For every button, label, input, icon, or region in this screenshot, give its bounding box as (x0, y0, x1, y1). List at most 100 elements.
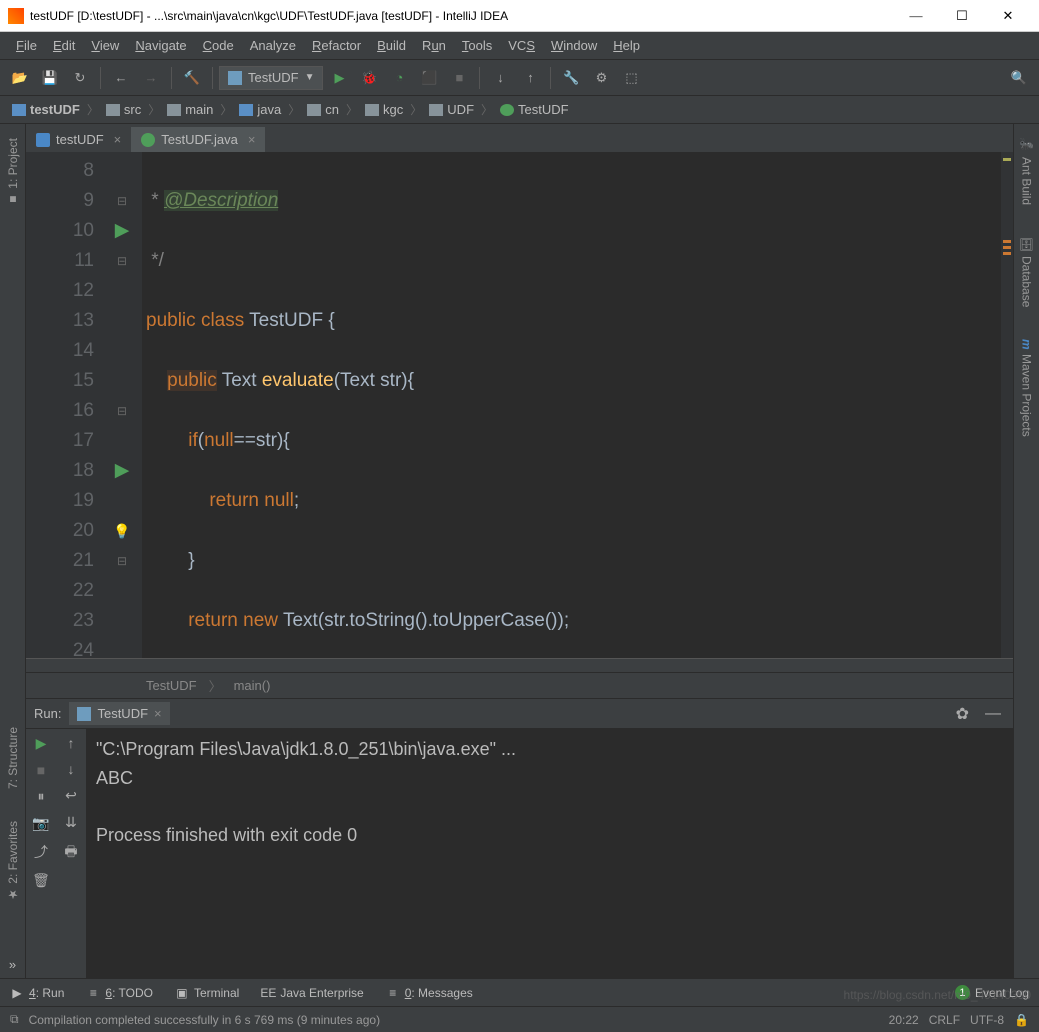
menu-run[interactable]: Run (414, 34, 454, 57)
run-tab[interactable]: TestUDF × (69, 702, 169, 725)
tool-run[interactable]: ▶4: Run (10, 986, 64, 1000)
horizontal-scrollbar[interactable] (26, 658, 1013, 672)
menu-vcs[interactable]: VCS (500, 34, 543, 57)
run-config-combo[interactable]: TestUDF ▼ (219, 66, 323, 90)
stop-icon[interactable]: ■ (445, 64, 473, 92)
bulb-icon[interactable]: 💡 (102, 516, 142, 546)
console-output[interactable]: "C:\Program Files\Java\jdk1.8.0_251\bin\… (86, 729, 1013, 978)
menu-edit[interactable]: Edit (45, 34, 83, 57)
dump-icon[interactable]: 📷 (32, 815, 49, 832)
run-gutter-icon[interactable]: ▶ (102, 456, 142, 486)
bc-class[interactable]: TestUDF (494, 100, 575, 119)
sync-icon[interactable]: ↻ (66, 64, 94, 92)
search-icon[interactable]: 🔍 (1005, 64, 1033, 92)
bc-udf[interactable]: UDF (423, 100, 480, 119)
forward-icon[interactable]: → (137, 64, 165, 92)
expand-icon[interactable]: » (9, 928, 16, 978)
debug-icon[interactable]: 🐞 (355, 64, 383, 92)
menu-code[interactable]: Code (195, 34, 242, 57)
tool-project[interactable]: ■1: Project (4, 132, 22, 213)
print-icon[interactable]: 🖶 (64, 841, 77, 865)
wrench-icon[interactable]: 🔧 (557, 64, 585, 92)
enterprise-icon: EE (261, 986, 275, 1000)
fold-icon[interactable]: ⊟ (102, 546, 142, 576)
tab-testudf-module[interactable]: testUDF × (26, 127, 131, 152)
minimize-icon[interactable]: — (981, 703, 1005, 725)
close-icon[interactable]: × (114, 132, 122, 147)
menu-view[interactable]: View (83, 34, 127, 57)
minimize-button[interactable]: — (893, 1, 939, 31)
tool-structure[interactable]: 7: Structure (4, 721, 22, 795)
bc-project[interactable]: testUDF (6, 100, 86, 119)
error-stripe[interactable] (1001, 152, 1013, 658)
tool-enterprise[interactable]: EEJava Enterprise (261, 986, 363, 1000)
chevron-right-icon: 〉 (410, 101, 422, 118)
up-icon[interactable]: ↑ (68, 735, 75, 751)
tab-testudf-java[interactable]: TestUDF.java × (131, 127, 265, 152)
tool-maven[interactable]: mMaven Projects (1018, 333, 1036, 442)
tool-messages[interactable]: ≡0: Messages (386, 986, 473, 1000)
file-encoding[interactable]: UTF-8 (970, 1013, 1004, 1027)
status-icon[interactable]: ⧉ (10, 1012, 19, 1027)
bc-kgc[interactable]: kgc (359, 100, 409, 119)
settings-icon[interactable]: ⚙ (587, 64, 615, 92)
menu-file[interactable]: File (8, 34, 45, 57)
line-separator[interactable]: CRLF (929, 1013, 960, 1027)
lock-icon[interactable]: 🔒 (1014, 1013, 1029, 1027)
package-icon (307, 104, 321, 116)
tool-favorites[interactable]: ★2: Favorites (4, 815, 22, 908)
tool-database[interactable]: 🗄Database (1018, 231, 1036, 314)
fold-icon[interactable]: ⊟ (102, 396, 142, 426)
code-content[interactable]: * @Description */ public class TestUDF {… (142, 152, 1001, 658)
exit-icon[interactable]: ⤴ (34, 842, 48, 862)
close-button[interactable]: ✕ (985, 1, 1031, 31)
stop-icon[interactable]: ■ (37, 762, 45, 778)
chevron-right-icon: 〉 (220, 101, 232, 118)
softwrap-icon[interactable]: ↩ (65, 787, 77, 804)
profile-icon[interactable]: ⬛ (415, 64, 443, 92)
nav-class[interactable]: TestUDF (146, 678, 197, 693)
bc-label: main (185, 102, 213, 117)
open-icon[interactable]: 📂 (6, 64, 34, 92)
bc-main[interactable]: main (161, 100, 219, 119)
structure-icon[interactable]: ⬚ (617, 64, 645, 92)
bc-cn[interactable]: cn (301, 100, 345, 119)
vcs-commit-icon[interactable]: ↑ (516, 64, 544, 92)
messages-icon: ≡ (386, 986, 400, 1000)
maximize-button[interactable]: ☐ (939, 1, 985, 31)
down-icon[interactable]: ↓ (68, 761, 75, 777)
build-icon[interactable]: 🔨 (178, 64, 206, 92)
vcs-update-icon[interactable]: ↓ (486, 64, 514, 92)
close-icon[interactable]: × (248, 132, 256, 147)
code-editor[interactable]: 8910 111213 141516 171819 202122 2324 ⊟ … (26, 152, 1013, 658)
window-title: testUDF [D:\testUDF] - ...\src\main\java… (30, 9, 893, 23)
menu-refactor[interactable]: Refactor (304, 34, 369, 57)
caret-position[interactable]: 20:22 (889, 1013, 919, 1027)
menu-build[interactable]: Build (369, 34, 414, 57)
editor-breadcrumb: TestUDF 〉 main() (26, 672, 1013, 698)
menu-window[interactable]: Window (543, 34, 605, 57)
save-icon[interactable]: 💾 (36, 64, 64, 92)
back-icon[interactable]: ← (107, 64, 135, 92)
close-icon[interactable]: × (154, 706, 162, 721)
nav-method[interactable]: main() (234, 678, 271, 693)
bc-java[interactable]: java (233, 100, 287, 119)
menu-help[interactable]: Help (605, 34, 648, 57)
menu-navigate[interactable]: Navigate (127, 34, 194, 57)
tool-todo[interactable]: ≡6: TODO (86, 986, 153, 1000)
run-gutter-icon[interactable]: ▶ (102, 216, 142, 246)
fold-icon[interactable]: ⊟ (102, 186, 142, 216)
tool-terminal[interactable]: ▣Terminal (175, 986, 239, 1000)
rerun-icon[interactable]: ▶ (36, 735, 47, 752)
gear-icon[interactable]: ✿ (952, 702, 973, 726)
run-icon[interactable]: ▶ (325, 64, 353, 92)
pause-icon[interactable]: ⏸ (38, 788, 45, 805)
tool-ant[interactable]: 🐜Ant Build (1018, 132, 1036, 211)
scroll-icon[interactable]: ⇊ (65, 814, 77, 831)
trash-icon[interactable]: 🗑 (32, 872, 50, 889)
menu-tools[interactable]: Tools (454, 34, 500, 57)
fold-icon[interactable]: ⊟ (102, 246, 142, 276)
coverage-icon[interactable]: ◔ (385, 64, 413, 92)
bc-src[interactable]: src (100, 100, 147, 119)
menu-analyze[interactable]: Analyze (242, 34, 304, 57)
